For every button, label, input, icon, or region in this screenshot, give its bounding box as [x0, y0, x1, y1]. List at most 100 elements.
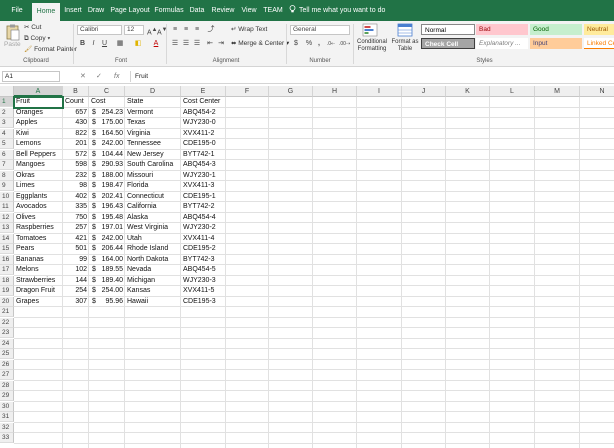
data-cell[interactable]: XVX411-4	[183, 234, 268, 244]
style-explanatory[interactable]: Explanatory ...	[476, 38, 528, 49]
tab-team[interactable]: TEAM	[262, 0, 284, 21]
paste-icon[interactable]	[6, 24, 20, 41]
row-header[interactable]: 31	[0, 412, 14, 422]
italic-button[interactable]: I	[89, 39, 98, 49]
data-cell[interactable]: 290.93	[91, 160, 125, 170]
data-cell[interactable]: 189.40	[91, 276, 125, 286]
column-header-i[interactable]: I	[357, 86, 402, 97]
data-cell[interactable]: 164.50	[91, 129, 125, 139]
font-size-select[interactable]: 12	[124, 25, 144, 35]
row-header[interactable]: 1	[0, 97, 14, 107]
copy-button[interactable]: ⧉ Copy ▾	[24, 34, 50, 43]
format-painter-button[interactable]: 🖌 Format Painter	[24, 45, 77, 54]
underline-button[interactable]: U	[100, 39, 109, 49]
function-icon[interactable]: fx	[114, 71, 119, 82]
data-cell[interactable]: ABQ454-2	[183, 108, 268, 118]
data-cell[interactable]: 232	[65, 171, 89, 181]
decrease-decimal-icon[interactable]: .00⇢	[339, 39, 350, 49]
tell-me-box[interactable]: Tell me what you want to do	[289, 0, 385, 21]
row-header[interactable]: 23	[0, 328, 14, 338]
increase-indent-icon[interactable]: ⇥	[216, 39, 226, 49]
data-cell[interactable]: WJY230-2	[183, 223, 268, 233]
row-header[interactable]: 6	[0, 149, 14, 160]
format-as-table-label[interactable]: Format as Table	[390, 39, 420, 53]
row-header[interactable]: 25	[0, 349, 14, 359]
data-cell[interactable]: 750	[65, 213, 89, 223]
data-cell[interactable]: 307	[65, 297, 89, 307]
data-cell[interactable]: 98	[65, 181, 89, 191]
data-cell[interactable]: ABQ454-4	[183, 213, 268, 223]
align-top-icon[interactable]: ≡	[170, 25, 180, 35]
data-cell[interactable]: 189.55	[91, 265, 125, 275]
column-header-b[interactable]: B	[63, 86, 89, 97]
style-input[interactable]: Input	[530, 38, 582, 49]
data-cell[interactable]: 188.00	[91, 171, 125, 181]
fill-color-icon[interactable]: ◧	[132, 39, 144, 49]
column-header-j[interactable]: J	[402, 86, 446, 97]
style-bad[interactable]: Bad	[476, 24, 528, 35]
data-cell[interactable]: 421	[65, 234, 89, 244]
row-header[interactable]: 24	[0, 338, 14, 349]
data-cell[interactable]: 104.44	[91, 150, 125, 160]
data-cell[interactable]: 822	[65, 129, 89, 139]
currency-button[interactable]: $	[291, 39, 301, 49]
data-cell[interactable]: 254	[65, 286, 89, 296]
enter-icon[interactable]: ✓	[96, 71, 102, 82]
decrease-indent-icon[interactable]: ⇤	[205, 39, 215, 49]
data-cell[interactable]: 95.96	[91, 297, 125, 307]
data-cell[interactable]: CDE195-3	[183, 297, 268, 307]
align-bottom-icon[interactable]: ≡	[192, 25, 202, 35]
row-header[interactable]: 21	[0, 307, 14, 317]
tab-review[interactable]: Review	[209, 0, 237, 21]
style-good[interactable]: Good	[530, 24, 582, 35]
column-header-c[interactable]: C	[89, 86, 125, 97]
data-cell[interactable]: 657	[65, 108, 89, 118]
data-cell[interactable]: BYT742-2	[183, 202, 268, 212]
row-header[interactable]: 19	[0, 286, 14, 296]
data-cell[interactable]: CDE195-0	[183, 139, 268, 149]
data-cell[interactable]: 257	[65, 223, 89, 233]
data-cell[interactable]: WJY230-1	[183, 171, 268, 181]
data-cell[interactable]: BYT742-3	[183, 255, 268, 265]
data-cell[interactable]: CDE195-1	[183, 192, 268, 202]
column-header-h[interactable]: H	[313, 86, 357, 97]
data-cell[interactable]: XVX411-5	[183, 286, 268, 296]
data-cell[interactable]: 242.00	[91, 234, 125, 244]
data-cell[interactable]: 144	[65, 276, 89, 286]
tab-formulas[interactable]: Formulas	[153, 0, 185, 21]
column-header-e[interactable]: E	[181, 86, 226, 97]
name-box[interactable]: A1	[2, 71, 60, 82]
row-header[interactable]: 32	[0, 422, 14, 433]
data-cell[interactable]: WJY230-0	[183, 118, 268, 128]
row-header[interactable]: 3	[0, 118, 14, 128]
row-header[interactable]: 20	[0, 296, 14, 307]
data-cell[interactable]: 254.00	[91, 286, 125, 296]
data-cell[interactable]: BYT742-1	[183, 150, 268, 160]
style-normal[interactable]: Normal	[421, 24, 475, 35]
conditional-formatting-icon[interactable]	[362, 23, 378, 37]
row-header[interactable]: 8	[0, 170, 14, 181]
font-name-select[interactable]: Calibri	[77, 25, 122, 35]
data-cell[interactable]: 99	[65, 255, 89, 265]
data-cell[interactable]: 206.44	[91, 244, 125, 254]
increase-decimal-icon[interactable]: .0⇠	[326, 39, 336, 49]
row-header[interactable]: 26	[0, 359, 14, 370]
data-cell[interactable]: 572	[65, 150, 89, 160]
tab-insert[interactable]: Insert	[61, 0, 85, 21]
row-header[interactable]: 13	[0, 223, 14, 233]
row-header[interactable]: 14	[0, 233, 14, 244]
row-header[interactable]: 16	[0, 254, 14, 265]
row-header[interactable]: 30	[0, 401, 14, 412]
data-cell[interactable]: 202.41	[91, 192, 125, 202]
data-cell[interactable]: 335	[65, 202, 89, 212]
tab-file[interactable]: File	[4, 0, 30, 21]
style-check-cell[interactable]: Check Cell	[421, 38, 475, 49]
data-cell[interactable]: 164.00	[91, 255, 125, 265]
data-cell[interactable]: 196.43	[91, 202, 125, 212]
row-header[interactable]: 27	[0, 370, 14, 380]
row-header[interactable]: 10	[0, 191, 14, 202]
data-cell[interactable]: 201	[65, 139, 89, 149]
comma-button[interactable]: ,	[315, 39, 323, 49]
merge-center-button[interactable]: ⬌ Merge & Center ▾	[231, 39, 289, 48]
row-header[interactable]: 29	[0, 391, 14, 401]
